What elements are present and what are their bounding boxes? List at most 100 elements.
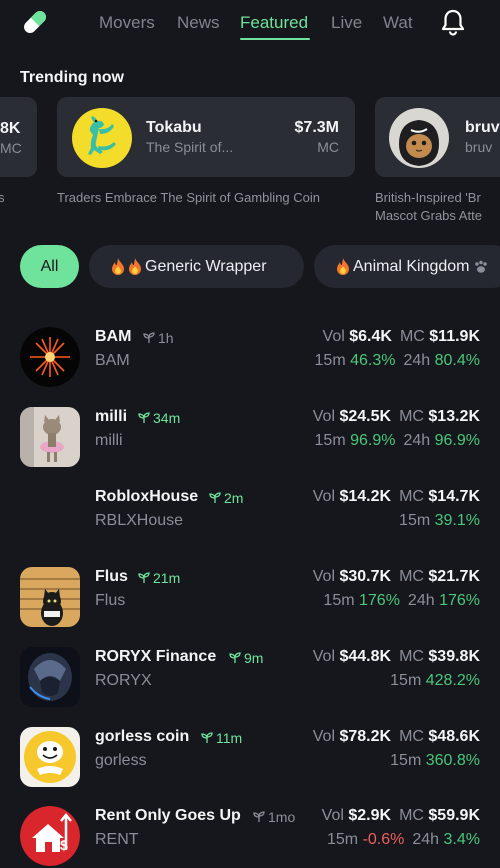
token-name: milli: [95, 408, 128, 425]
token-age: 2m: [209, 490, 243, 506]
token-ticker: milli: [95, 432, 123, 449]
trending-headline-bruv-line1[interactable]: British-Inspired 'Br: [375, 189, 481, 207]
vol-label: Vol: [321, 807, 344, 824]
tab-featured[interactable]: Featured: [240, 13, 308, 33]
filter-chip-all[interactable]: All: [20, 245, 79, 288]
token-changes: 15m 176% 24h 176%: [323, 592, 480, 610]
token-age: 11m: [201, 730, 242, 746]
token-age: 1h: [143, 330, 174, 346]
token-volume-mc: Vol $78.2K MC $48.6K: [313, 728, 480, 746]
trending-card-value: 8K: [0, 120, 21, 137]
token-ticker: BAM: [95, 352, 130, 369]
tab-watchlist[interactable]: Wat: [383, 13, 413, 33]
marketcap-value: $13.2K: [428, 408, 480, 425]
fire-icon: [337, 258, 349, 275]
sprout-icon: [229, 652, 241, 663]
token-volume-mc: Vol $2.9K MC $59.9K: [322, 807, 480, 825]
token-changes: 15m 96.9% 24h 96.9%: [315, 432, 480, 450]
token-row-rent-only-goes-up[interactable]: $ Rent Only Goes Up 1mo RENT Vol $2.9K MC…: [0, 797, 500, 868]
pill-logo-icon[interactable]: [20, 7, 50, 37]
marketcap-value: $39.8K: [428, 648, 480, 665]
sprout-icon: [253, 811, 265, 822]
sprout-icon: [201, 732, 213, 743]
token-name: Flus: [95, 568, 128, 585]
token-ticker: RBLXHouse: [95, 512, 184, 529]
mc-label: MC: [399, 408, 424, 425]
token-age-label: 1mo: [268, 809, 296, 825]
change-15m-label: 15m: [390, 672, 422, 689]
marketcap-value: $48.6K: [428, 728, 480, 745]
token-ticker: Flus: [95, 592, 126, 609]
trending-headline-bruv-line2[interactable]: Mascot Grabs Atte: [375, 207, 482, 225]
token-age-label: 34m: [153, 410, 181, 426]
mc-label: MC: [399, 648, 424, 665]
bell-icon[interactable]: [440, 8, 466, 36]
trending-card-name: bruv: [465, 119, 500, 136]
volume-value: $14.2K: [339, 488, 392, 505]
token-age-label: 9m: [244, 650, 264, 666]
marketcap-value: $11.9K: [429, 328, 480, 345]
token-changes: 15m 428.2%: [390, 672, 480, 690]
trending-card-value: $7.3M: [294, 119, 339, 136]
token-name: BAM: [95, 328, 132, 345]
mc-label: MC: [399, 807, 424, 824]
mc-label: MC: [399, 488, 424, 505]
marketcap-value: $59.9K: [428, 807, 480, 824]
fire-icon: [129, 258, 141, 275]
token-volume-mc: Vol $6.4K MC $11.9K: [323, 328, 480, 346]
change-15m-value: 96.9%: [350, 432, 396, 449]
trending-card-unit: MC: [317, 139, 339, 155]
token-avatar-bam: [20, 327, 80, 387]
trending-card-name: Tokabu: [146, 119, 202, 136]
change-15m-label: 15m: [314, 432, 346, 449]
token-avatar-gorless: [20, 727, 80, 787]
filter-chip-animal-kingdom[interactable]: Animal Kingdom: [314, 245, 500, 288]
trending-headline-tokabu[interactable]: Traders Embrace The Spirit of Gambling C…: [57, 189, 320, 207]
token-age-label: 21m: [153, 570, 181, 586]
trending-card-subtitle: bruv: [465, 139, 493, 155]
token-age-label: 2m: [224, 490, 244, 506]
trending-card-tokabu[interactable]: Tokabu The Spirit of... $7.3M MC: [57, 97, 355, 177]
token-volume-mc: Vol $30.7K MC $21.7K: [313, 568, 480, 586]
change-24h-value: 80.4%: [434, 352, 480, 369]
token-row-flus[interactable]: Flus 21m Flus Vol $30.7K MC $21.7K 15m 17…: [0, 558, 500, 638]
marketcap-value: $21.7K: [428, 568, 480, 585]
token-row-bam[interactable]: BAM 1h BAM Vol $6.4K MC $11.9K 15m 46.3% 2…: [0, 318, 500, 398]
volume-value: $2.9K: [348, 807, 392, 824]
token-avatar-flus: [20, 567, 80, 627]
token-age: 1mo: [253, 809, 295, 825]
mc-label: MC: [399, 328, 425, 345]
token-row-roryx-finance[interactable]: RORYX Finance 9m RORYX Vol $44.8K MC $39.…: [0, 638, 500, 718]
token-age: 9m: [229, 650, 263, 666]
tab-news[interactable]: News: [177, 13, 220, 33]
token-changes: 15m 39.1%: [399, 512, 480, 530]
trending-headline-partial-left[interactable]: s: [0, 189, 5, 207]
trending-card-partial-left[interactable]: 8K MC: [0, 97, 37, 177]
change-15m-label: 15m: [314, 352, 346, 369]
token-volume-mc: Vol $14.2K MC $14.7K: [313, 488, 480, 506]
volume-value: $6.4K: [349, 328, 392, 345]
token-name: Rent Only Goes Up: [95, 807, 241, 824]
token-ticker: gorless: [95, 752, 147, 769]
vol-label: Vol: [312, 408, 336, 425]
sprout-icon: [209, 492, 221, 503]
trending-card-bruv[interactable]: bruv bruv: [375, 97, 500, 177]
change-15m-value: -0.6%: [362, 831, 405, 848]
marketcap-value: $14.7K: [428, 488, 480, 505]
token-age: 34m: [138, 410, 180, 426]
tab-movers[interactable]: Movers: [99, 13, 155, 33]
token-row-gorless-coin[interactable]: gorless coin 11m gorless Vol $78.2K MC $4…: [0, 718, 500, 798]
svg-text:$: $: [60, 837, 68, 853]
active-tab-indicator: [240, 38, 310, 40]
token-name: RobloxHouse: [95, 488, 199, 505]
change-15m-label: 15m: [390, 752, 422, 769]
filter-chip-generic-wrapper[interactable]: Generic Wrapper: [89, 245, 304, 288]
token-row-milli[interactable]: milli 34m milli Vol $24.5K MC $13.2K 15m …: [0, 398, 500, 478]
change-24h-value: 3.4%: [443, 831, 480, 848]
token-row-robloxhouse[interactable]: RobloxHouse 2m RBLXHouse Vol $14.2K MC $1…: [0, 478, 500, 558]
token-volume-mc: Vol $44.8K MC $39.8K: [313, 648, 480, 666]
trending-title: Trending now: [20, 69, 124, 86]
tab-live[interactable]: Live: [331, 13, 362, 33]
token-avatar-tokabu: [72, 108, 132, 168]
change-15m-label: 15m: [327, 831, 359, 848]
